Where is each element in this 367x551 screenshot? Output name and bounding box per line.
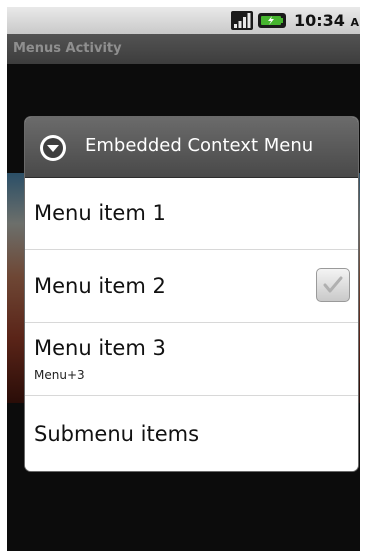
activity-title-bar: Menus Activity [7, 34, 360, 64]
signal-strength-icon [231, 11, 253, 30]
menu-item-label: Menu item 3 [34, 336, 166, 360]
battery-charging-icon [258, 13, 286, 28]
status-time: 10:34 [294, 11, 345, 30]
submenu-items[interactable]: Submenu items [25, 396, 358, 471]
dialog-title: Embedded Context Menu [85, 135, 314, 156]
activity-title: Menus Activity [13, 41, 122, 56]
menu-item-label: Menu item 1 [34, 201, 166, 225]
checkmark-icon [323, 276, 343, 293]
menu-item-2-checkbox[interactable] [316, 268, 350, 302]
menu-item-shortcut: Menu+3 [34, 368, 85, 382]
status-clock: 10:34 AM [294, 11, 360, 30]
status-ampm: AM [350, 16, 360, 29]
status-bar: 10:34 AM [7, 7, 360, 34]
menu-item-1[interactable]: Menu item 1 [25, 178, 358, 250]
dialog-header: Embedded Context Menu [25, 117, 358, 178]
dropdown-circle-icon [40, 135, 66, 161]
menu-item-label: Menu item 2 [34, 274, 166, 298]
menu-item-3[interactable]: Menu item 3 Menu+3 [25, 323, 358, 396]
context-menu-dialog: Embedded Context Menu Menu item 1 Menu i… [25, 117, 358, 471]
menu-item-2[interactable]: Menu item 2 [25, 250, 358, 323]
screen: 10:34 AM Menus Activity Embedded Context… [7, 7, 360, 551]
device-frame: 10:34 AM Menus Activity Embedded Context… [0, 0, 367, 551]
menu-item-label: Submenu items [34, 422, 200, 446]
